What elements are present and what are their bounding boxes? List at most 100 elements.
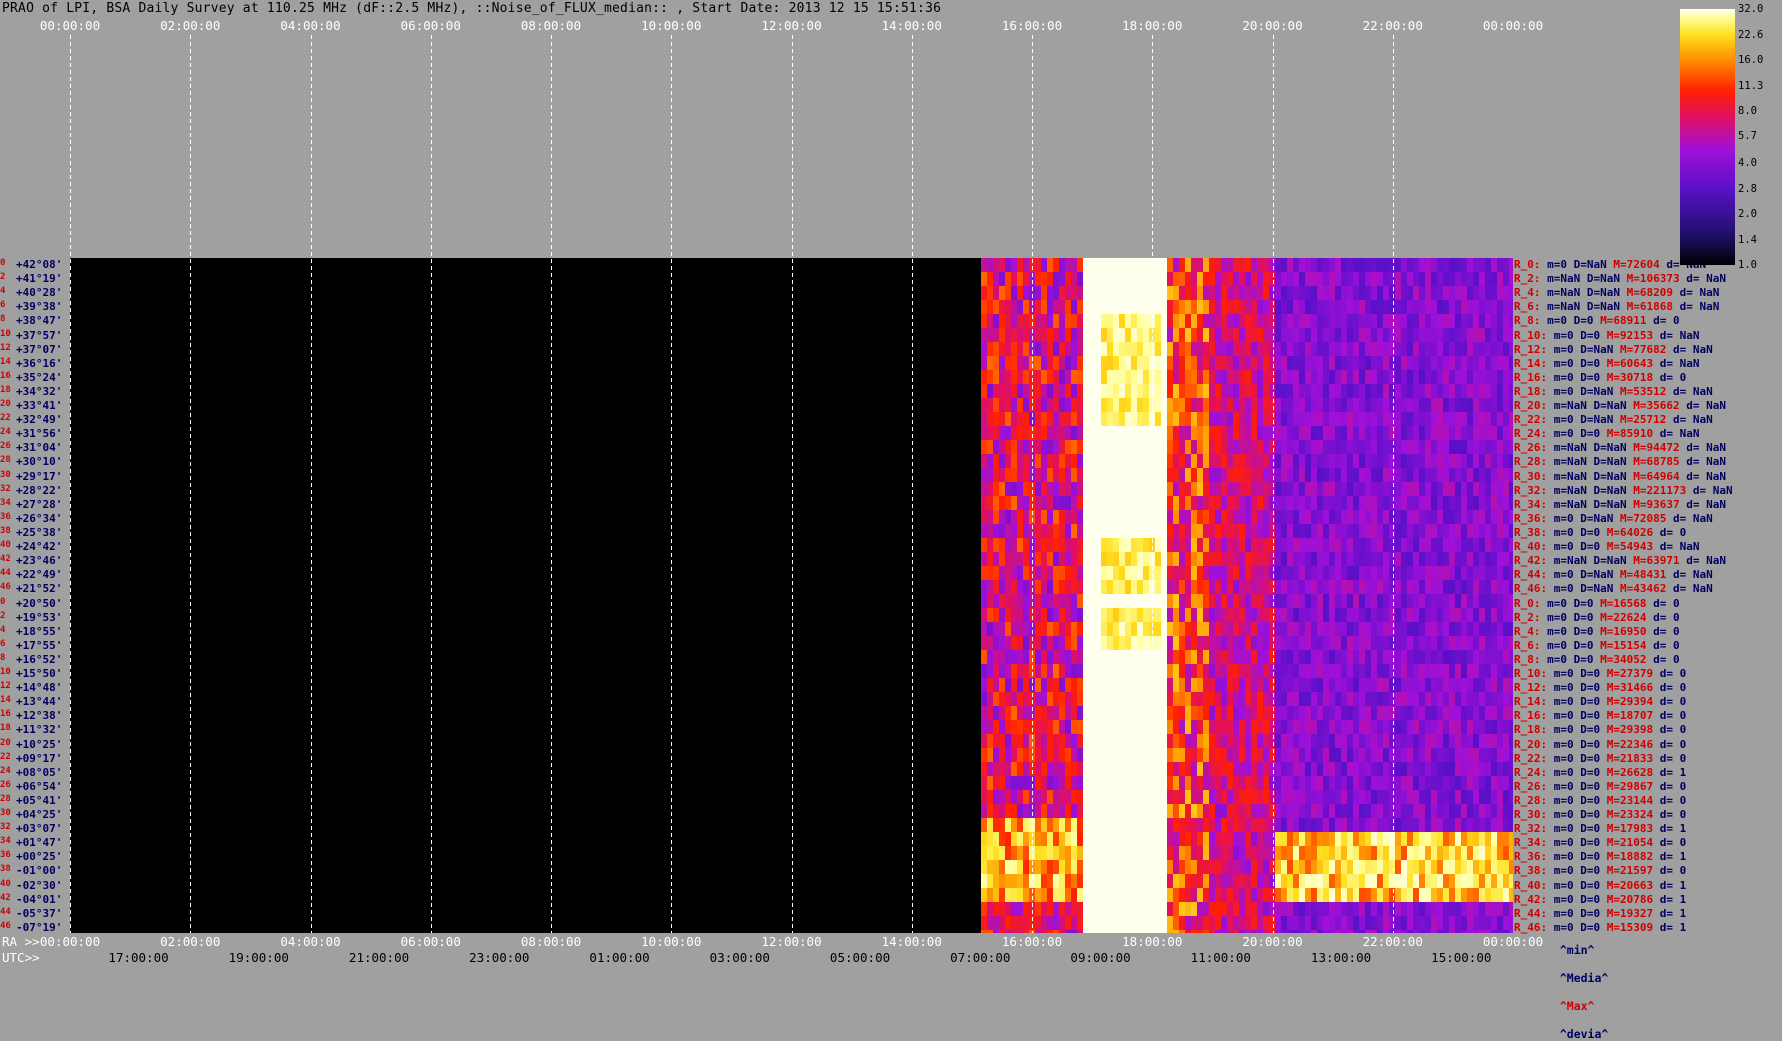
heatmap-cell (1485, 762, 1491, 776)
heatmap-cell (1407, 916, 1413, 930)
heatmap-cell (1389, 762, 1395, 776)
receiver-d: d= NaN (1659, 328, 1700, 342)
heatmap-cell (1209, 356, 1215, 370)
declination-value: +28°22' (16, 483, 63, 497)
heatmap-cell (1065, 762, 1071, 776)
heatmap-cell (1425, 818, 1431, 832)
heatmap-cell (1185, 720, 1191, 734)
heatmap-cell (1365, 608, 1371, 622)
heatmap-cell (981, 454, 987, 468)
heatmap-cell (1437, 678, 1443, 692)
heatmap-cell (1209, 734, 1215, 748)
heatmap-cell (1143, 888, 1149, 902)
heatmap-cell (1245, 902, 1251, 916)
heatmap-cell (1443, 874, 1449, 888)
heatmap-cell (1323, 496, 1329, 510)
heatmap-cell (1167, 748, 1173, 762)
heatmap-cell (1425, 328, 1431, 342)
heatmap-cell (1509, 804, 1513, 818)
heatmap-cell (1287, 734, 1293, 748)
heatmap-cell (1059, 664, 1065, 678)
heatmap-cell (1119, 272, 1125, 286)
heatmap-cell (1335, 692, 1341, 706)
heatmap-cell (1293, 790, 1299, 804)
heatmap-cell (1287, 482, 1293, 496)
heatmap-cell (1083, 608, 1089, 622)
heatmap-cell (1023, 916, 1029, 930)
heatmap-cell (1341, 384, 1347, 398)
heatmap-cell (1005, 678, 1011, 692)
heatmap-cell (1473, 692, 1479, 706)
heatmap-cell (1071, 874, 1077, 888)
heatmap-cell (1485, 510, 1491, 524)
heatmap-cell (1275, 874, 1281, 888)
heatmap-cell (1101, 272, 1107, 286)
heatmap-cell (1377, 650, 1383, 664)
heatmap-cell (1233, 832, 1239, 846)
heatmap-cell (1167, 636, 1173, 650)
heatmap-cell (981, 762, 987, 776)
heatmap-cell (1257, 860, 1263, 874)
heatmap-cell (1317, 510, 1323, 524)
heatmap-cell (1359, 664, 1365, 678)
heatmap-cell (1323, 258, 1329, 272)
heatmap-cell (1077, 622, 1083, 636)
heatmap-cell (1089, 706, 1095, 720)
heatmap-cell (1221, 636, 1227, 650)
heatmap-cell (1083, 664, 1089, 678)
heatmap-cell (1197, 286, 1203, 300)
heatmap-cell (1287, 258, 1293, 272)
top-axis-tick: 14:00:00 (881, 18, 942, 33)
heatmap-cell (1167, 888, 1173, 902)
heatmap-cell (1167, 454, 1173, 468)
heatmap-cell (1485, 818, 1491, 832)
heatmap-svg (70, 35, 1513, 933)
declination-value: +05°41' (16, 793, 63, 807)
heatmap-cell (1167, 622, 1173, 636)
heatmap-cell (1443, 524, 1449, 538)
heatmap-cell (1509, 384, 1513, 398)
declination-labels: 0 +42°08' 2 +41°19' 4 +40°28' 6 +39°38' 8 +38°47'… (0, 258, 72, 935)
heatmap-cell (1353, 916, 1359, 930)
heatmap-cell (1425, 342, 1431, 356)
heatmap-cell (1263, 636, 1269, 650)
heatmap-cell (999, 776, 1005, 790)
heatmap-cell (1365, 776, 1371, 790)
heatmap-cell (1479, 622, 1485, 636)
heatmap-cell (1113, 706, 1119, 720)
heatmap-cell (1467, 440, 1473, 454)
heatmap-cell (1059, 636, 1065, 650)
heatmap-cell (1047, 468, 1053, 482)
declination-value: +41°19' (16, 272, 63, 286)
heatmap-cell (1245, 412, 1251, 426)
heatmap-cell (1011, 748, 1017, 762)
heatmap-cell (1215, 510, 1221, 524)
heatmap-cell (987, 692, 993, 706)
heatmap-cell (1131, 342, 1137, 356)
heatmap-cell (1041, 440, 1047, 454)
utc-axis-tick: 23:00:00 (469, 950, 530, 965)
heatmap-cell (1119, 636, 1125, 650)
heatmap-cell (1101, 678, 1107, 692)
receiver-row: R_32: m=NaN D=NaN M=221173 d= NaN (1514, 484, 1733, 498)
heatmap-cell (1413, 594, 1419, 608)
receiver-row: R_24: m=0 D=0 M=26628 d= 1 (1514, 766, 1686, 780)
heatmap-cell (1065, 818, 1071, 832)
heatmap-cell (1383, 902, 1389, 916)
heatmap-cell (1161, 426, 1167, 440)
heatmap-cell (1017, 524, 1023, 538)
heatmap-cell (987, 258, 993, 272)
heatmap-cell (1185, 272, 1191, 286)
utc-axis-tick: 03:00:00 (709, 950, 770, 965)
heatmap-cell (1431, 524, 1437, 538)
heatmap-cell (1317, 916, 1323, 930)
heatmap-cell (999, 930, 1005, 933)
heatmap-cell (1125, 902, 1131, 916)
heatmap-cell (987, 916, 993, 930)
heatmap-cell (1269, 426, 1275, 440)
heatmap-cell (1407, 272, 1413, 286)
heatmap-cell (1479, 328, 1485, 342)
receiver-row: R_18: m=0 D=0 M=29398 d= 0 (1514, 723, 1686, 737)
heatmap-cell (1509, 468, 1513, 482)
heatmap-cell (1377, 916, 1383, 930)
